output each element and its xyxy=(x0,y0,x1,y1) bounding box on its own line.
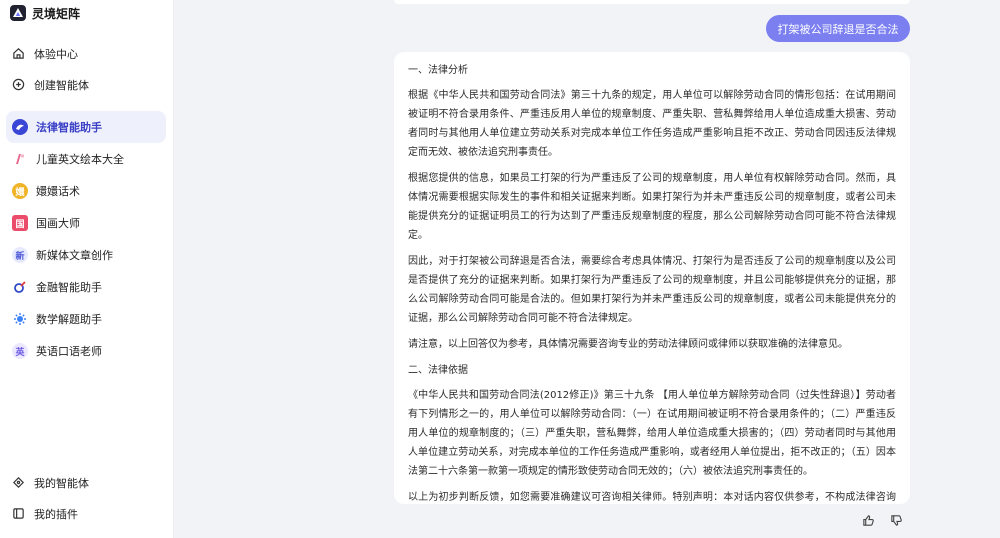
answer-heading-analysis: 一、法律分析 xyxy=(408,65,468,76)
agent-item-kids-picture-books[interactable]: 儿童英文绘本大全 xyxy=(6,143,166,175)
agent-item-huanhuan[interactable]: 嬛 嬛嬛话术 xyxy=(6,175,166,207)
answer-paragraph: 根据您提供的信息，如果员工打架的行为严重违反了公司的规章制度，用人单位有权解除劳… xyxy=(408,173,896,241)
finance-icon xyxy=(12,279,28,295)
thumb-up-icon[interactable] xyxy=(857,511,879,529)
agent-item-new-media[interactable]: 新 新媒体文章创作 xyxy=(6,239,166,271)
nav-item-label: 我的插件 xyxy=(34,507,78,521)
user-message-bubble: 打架被公司辞退是否合法 xyxy=(766,15,910,42)
answer-heading-basis: 二、法律依据 xyxy=(408,365,468,376)
agent-item-label: 国画大师 xyxy=(36,217,80,230)
sidebar: 灵境矩阵 体验中心 创建智能体 法律智能助手 儿童英文绘本大全 嬛 嬛嬛话术 国… xyxy=(0,0,174,538)
english-teacher-icon: 英 xyxy=(12,343,28,359)
answer-paragraph: 因此，对于打架被公司辞退是否合法，需要综合考虑具体情况、打架行为是否违反了公司的… xyxy=(408,256,896,324)
plus-circle-icon xyxy=(11,78,25,92)
agent-item-label: 数学解题助手 xyxy=(36,313,102,326)
agent-item-label: 法律智能助手 xyxy=(36,121,102,134)
brand-logo-icon xyxy=(10,5,26,21)
picture-book-icon xyxy=(12,151,28,167)
nav-bottom: 我的智能体 我的插件 xyxy=(0,467,174,529)
chinese-painting-icon: 国 xyxy=(12,215,28,231)
plugin-icon xyxy=(11,507,25,521)
nav-item-my-plugins[interactable]: 我的插件 xyxy=(0,498,174,529)
thumb-down-icon[interactable] xyxy=(885,511,907,529)
agent-item-chinese-painting[interactable]: 国 国画大师 xyxy=(6,207,166,239)
math-icon xyxy=(12,311,28,327)
agent-item-english-teacher[interactable]: 英 英语口语老师 xyxy=(6,335,166,367)
chat-area: 打架被公司辞退是否合法 一、法律分析 根据《中华人民共和国劳动合同法》第三十九条… xyxy=(174,0,1000,538)
huanhuan-icon: 嬛 xyxy=(12,183,28,199)
answer-paragraph: 请注意，以上回答仅为参考，具体情况需要咨询专业的劳动法律顾问或律师以获取准确的法… xyxy=(408,339,848,350)
answer-paragraph: 根据《中华人民共和国劳动合同法》第三十九条的规定，用人单位可以解除劳动合同的情形… xyxy=(408,90,896,158)
brand[interactable]: 灵境矩阵 xyxy=(10,2,80,24)
new-media-icon: 新 xyxy=(12,247,28,263)
answer-paragraph: 以上为初步判断反馈，如您需要准确建议可咨询相关律师。特别声明：本对话内容仅供参考… xyxy=(408,492,896,503)
agent-list: 法律智能助手 儿童英文绘本大全 嬛 嬛嬛话术 国 国画大师 新 新媒体文章创作 … xyxy=(0,111,174,367)
agent-item-label: 嬛嬛话术 xyxy=(36,185,80,198)
home-icon xyxy=(11,47,25,61)
agent-item-math[interactable]: 数学解题助手 xyxy=(6,303,166,335)
nav-item-my-agents[interactable]: 我的智能体 xyxy=(0,467,174,498)
previous-message-edge xyxy=(394,0,910,4)
answer-paragraph: 《中华人民共和国劳动合同法(2012修正)》第三十九条 【用人单位单方解除劳动合… xyxy=(408,390,896,477)
nav-item-label: 创建智能体 xyxy=(34,78,89,92)
nav-item-label: 体验中心 xyxy=(34,47,78,61)
agent-icon xyxy=(11,476,25,490)
agent-item-label: 儿童英文绘本大全 xyxy=(36,153,124,166)
agent-item-label: 新媒体文章创作 xyxy=(36,249,113,262)
brand-name: 灵境矩阵 xyxy=(32,6,81,21)
nav-top: 体验中心 创建智能体 xyxy=(0,38,174,100)
nav-item-create-agent[interactable]: 创建智能体 xyxy=(0,69,174,100)
nav-item-label: 我的智能体 xyxy=(34,476,89,490)
agent-item-finance[interactable]: 金融智能助手 xyxy=(6,271,166,303)
agent-item-label: 金融智能助手 xyxy=(36,281,102,294)
agent-item-legal[interactable]: 法律智能助手 xyxy=(6,111,166,143)
agent-item-label: 英语口语老师 xyxy=(36,345,102,358)
nav-item-experience-center[interactable]: 体验中心 xyxy=(0,38,174,69)
feedback-bar xyxy=(857,511,907,529)
assistant-answer-card: 一、法律分析 根据《中华人民共和国劳动合同法》第三十九条的规定，用人单位可以解除… xyxy=(394,52,910,504)
legal-agent-icon xyxy=(12,119,28,135)
